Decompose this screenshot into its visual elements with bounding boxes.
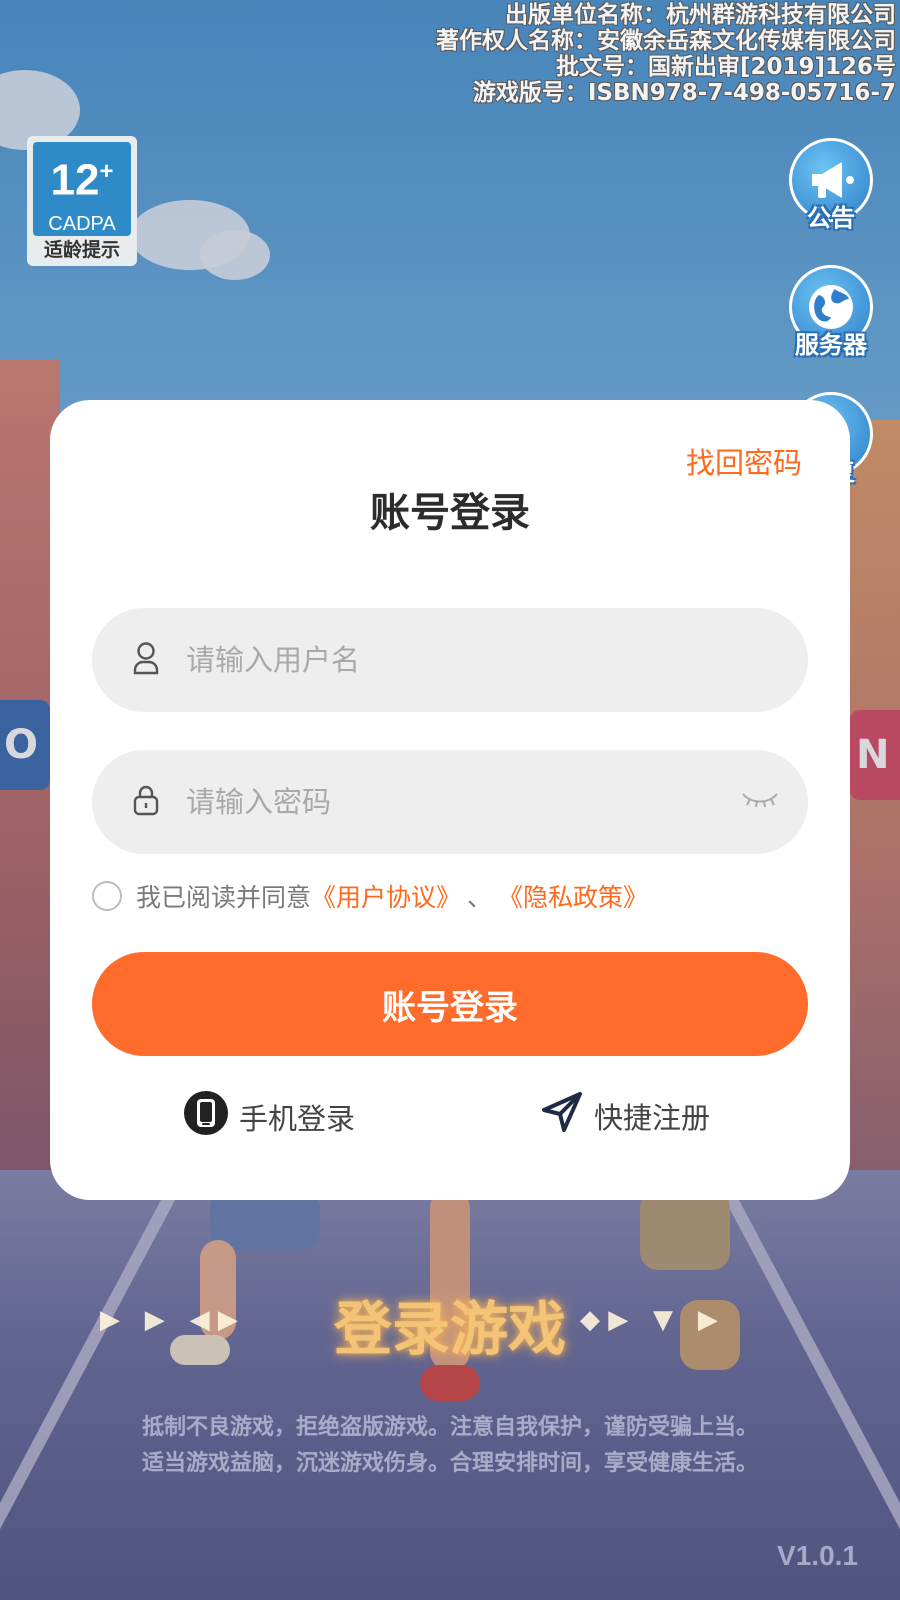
age-plus: + xyxy=(99,158,114,185)
age-rating-tip: 适龄提示 xyxy=(43,239,120,261)
version-label: V1.0.1 xyxy=(777,1540,858,1571)
login-title: 账号登录 xyxy=(370,490,530,536)
phone-login-button[interactable]: 手机登录 xyxy=(183,1090,355,1143)
health-notice-line2: 适当游戏益脑，沉迷游戏伤身。合理安排时间，享受健康生活。 xyxy=(141,1451,758,1476)
approval-number-text: 批文号：国新出审[2019]126号 xyxy=(555,54,896,80)
username-input[interactable] xyxy=(186,643,686,677)
lock-icon xyxy=(132,784,160,820)
age-rating-box: 12+ CADPA xyxy=(33,142,131,236)
user-icon xyxy=(132,641,160,679)
login-card: 找回密码 账号登录 我已阅读并同意 《用户协议》 、 《隐私政策》 账号登录 手… xyxy=(50,400,850,1200)
announcement-button[interactable]: 公告 xyxy=(786,138,876,248)
account-login-button[interactable]: 账号登录 xyxy=(92,952,808,1056)
phone-icon xyxy=(183,1090,239,1143)
age-rating-badge: 12+ CADPA 适龄提示 xyxy=(27,136,137,266)
forgot-password-link[interactable]: 找回密码 xyxy=(686,440,802,482)
agree-prefix: 我已阅读并同意 xyxy=(136,883,312,912)
eye-closed-icon[interactable] xyxy=(740,788,780,816)
quick-register-label: 快捷注册 xyxy=(594,1100,711,1135)
privacy-policy-link[interactable]: 《隐私政策》 xyxy=(498,878,648,914)
server-label: 服务器 xyxy=(795,331,867,359)
start-game-button[interactable]: 登录游戏 xyxy=(0,1282,900,1366)
phone-login-label: 手机登录 xyxy=(239,1101,356,1136)
health-notice: 抵制不良游戏，拒绝盗版游戏。注意自我保护，谨防受骗上当。 适当游戏益脑，沉迷游戏… xyxy=(0,1410,900,1482)
agreement-row: 我已阅读并同意 《用户协议》 、 《隐私政策》 xyxy=(92,878,648,914)
agreement-separator: 、 xyxy=(467,883,493,912)
send-arrow-icon xyxy=(540,1090,594,1141)
password-field[interactable] xyxy=(92,750,808,854)
server-button[interactable]: 服务器 xyxy=(786,265,876,375)
announcement-label: 公告 xyxy=(807,204,855,232)
age-rating-number: 12+ xyxy=(33,142,131,211)
agree-radio[interactable] xyxy=(92,881,122,911)
publication-info: 出版单位名称：杭州群游科技有限公司 著作权人名称：安徽余岳森文化传媒有限公司 批… xyxy=(436,2,896,106)
health-notice-line1: 抵制不良游戏，拒绝盗版游戏。注意自我保护，谨防受骗上当。 xyxy=(141,1415,758,1440)
age-rating-org: CADPA xyxy=(48,212,116,235)
password-input[interactable] xyxy=(186,785,686,819)
quick-register-button[interactable]: 快捷注册 xyxy=(540,1090,710,1141)
username-field[interactable] xyxy=(92,608,808,712)
decorative-arrows-right: ◆ ▶ ▼ ▶ xyxy=(580,1305,718,1335)
copyright-holder-text: 著作权人名称：安徽余岳森文化传媒有限公司 xyxy=(436,28,896,54)
user-agreement-link[interactable]: 《用户协议》 xyxy=(311,878,461,914)
isbn-text: 游戏版号：ISBN978-7-498-05716-7 xyxy=(472,80,896,106)
publisher-text: 出版单位名称：杭州群游科技有限公司 xyxy=(505,2,896,28)
age-value: 12 xyxy=(50,155,100,205)
